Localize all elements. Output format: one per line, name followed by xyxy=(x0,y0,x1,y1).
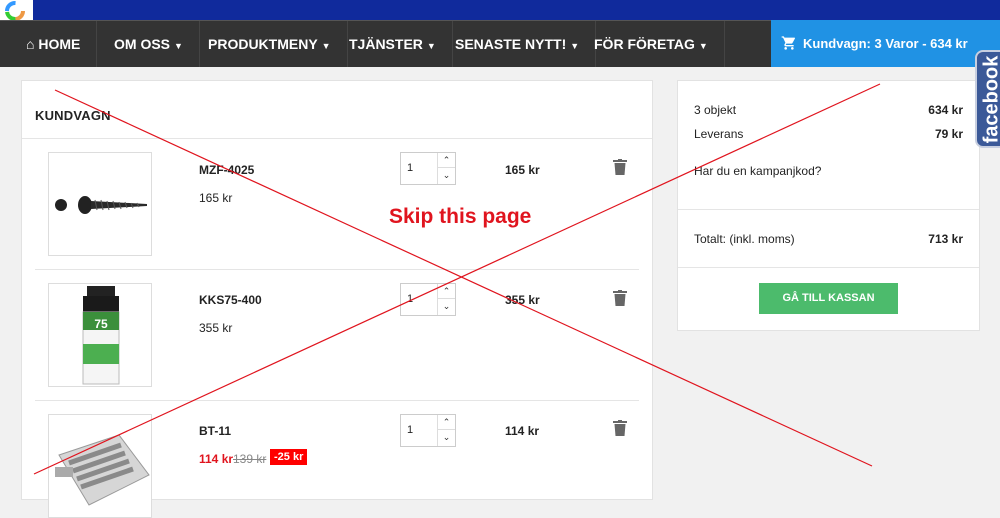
product-old-price: 139 kr xyxy=(233,452,266,466)
nav-home-label: HOME xyxy=(38,36,80,52)
trash-icon[interactable] xyxy=(613,290,627,306)
product-price: 355 kr xyxy=(199,321,232,335)
decrement-icon[interactable]: ⌄ xyxy=(438,430,455,445)
quantity-value[interactable]: 1 xyxy=(407,293,413,305)
nav-tjanster[interactable]: TJÄNSTER ▼ xyxy=(333,21,453,67)
line-total: 114 kr xyxy=(505,424,539,438)
increment-icon[interactable]: ⌃ xyxy=(438,284,455,299)
logo-ring-icon xyxy=(4,0,26,22)
caret-down-icon: ▼ xyxy=(322,41,331,51)
nav-senaste-nytt[interactable]: SENASTE NYTT!▼ xyxy=(439,21,596,67)
shipping-label: Leverans xyxy=(694,127,743,141)
increment-icon[interactable]: ⌃ xyxy=(438,153,455,168)
facebook-tab[interactable]: facebook xyxy=(975,50,1000,148)
product-name[interactable]: MZF-4025 xyxy=(199,163,254,177)
divider xyxy=(35,269,639,270)
total-value: 713 kr xyxy=(928,232,963,246)
product-image-spray-can[interactable]: 75 xyxy=(48,283,152,387)
decrement-icon[interactable]: ⌄ xyxy=(438,168,455,183)
product-name[interactable]: KKS75-400 xyxy=(199,293,262,307)
nav-label: TJÄNSTER xyxy=(349,36,423,52)
cart-panel: KUNDVAGN MZF-4025 165 kr 1 ⌃⌄ 165 kr 75 … xyxy=(21,80,653,500)
line-total: 355 kr xyxy=(505,293,540,307)
cart-button-label: Kundvagn: 3 Varor - 634 kr xyxy=(803,36,968,51)
facebook-label: facebook xyxy=(981,55,1000,145)
checkout-button[interactable]: GÅ TILL KASSAN xyxy=(759,283,898,314)
shipping-value: 79 kr xyxy=(935,127,963,141)
skip-page-notice: Skip this page xyxy=(389,205,531,229)
divider xyxy=(678,267,979,268)
divider xyxy=(35,400,639,401)
divider xyxy=(678,209,979,210)
nav-produktmeny[interactable]: PRODUKTMENY ▼ xyxy=(192,21,348,67)
trash-icon[interactable] xyxy=(613,420,627,436)
home-icon: ⌂ xyxy=(26,36,34,52)
nav-om-oss[interactable]: OM OSS ▼ xyxy=(98,21,200,67)
items-subtotal: 634 kr xyxy=(928,103,963,117)
caret-down-icon: ▼ xyxy=(174,41,183,51)
nav-label: OM OSS xyxy=(114,36,170,52)
cart-title: KUNDVAGN xyxy=(35,108,111,123)
caret-down-icon: ▼ xyxy=(699,41,708,51)
svg-text:75: 75 xyxy=(94,317,108,331)
items-count-label: 3 objekt xyxy=(694,103,736,117)
quantity-value[interactable]: 1 xyxy=(407,162,413,174)
quantity-stepper[interactable]: 1 ⌃⌄ xyxy=(400,414,456,447)
discount-badge: -25 kr xyxy=(270,449,307,465)
quantity-value[interactable]: 1 xyxy=(407,424,413,436)
top-bar xyxy=(0,0,1000,20)
nav-label: SENASTE NYTT! xyxy=(455,36,566,52)
line-total: 165 kr xyxy=(505,163,540,177)
cart-icon xyxy=(781,35,797,51)
product-sale-price: 114 kr xyxy=(199,452,233,466)
nav-label: FÖR FÖRETAG xyxy=(594,36,695,52)
product-image-screw[interactable] xyxy=(48,152,152,256)
total-label: Totalt: (inkl. moms) xyxy=(694,232,795,246)
quantity-stepper[interactable]: 1 ⌃⌄ xyxy=(400,152,456,185)
decrement-icon[interactable]: ⌄ xyxy=(438,299,455,314)
trash-icon[interactable] xyxy=(613,159,627,175)
increment-icon[interactable]: ⌃ xyxy=(438,415,455,430)
divider xyxy=(22,138,652,139)
nav-label: PRODUKTMENY xyxy=(208,36,318,52)
promo-code-link[interactable]: Har du en kampanjkod? xyxy=(694,164,821,178)
product-name[interactable]: BT-11 xyxy=(199,424,231,438)
caret-down-icon: ▼ xyxy=(427,41,436,51)
order-summary: 3 objekt 634 kr Leverans 79 kr Har du en… xyxy=(677,80,980,331)
nav-for-foretag[interactable]: FÖR FÖRETAG ▼ xyxy=(578,21,725,67)
product-price: 165 kr xyxy=(199,191,232,205)
nav-home[interactable]: ⌂ HOME xyxy=(10,21,97,67)
quantity-stepper[interactable]: 1 ⌃⌄ xyxy=(400,283,456,316)
cart-button[interactable]: Kundvagn: 3 Varor - 634 kr xyxy=(771,20,1000,67)
product-image-battery-holder[interactable] xyxy=(48,414,152,518)
